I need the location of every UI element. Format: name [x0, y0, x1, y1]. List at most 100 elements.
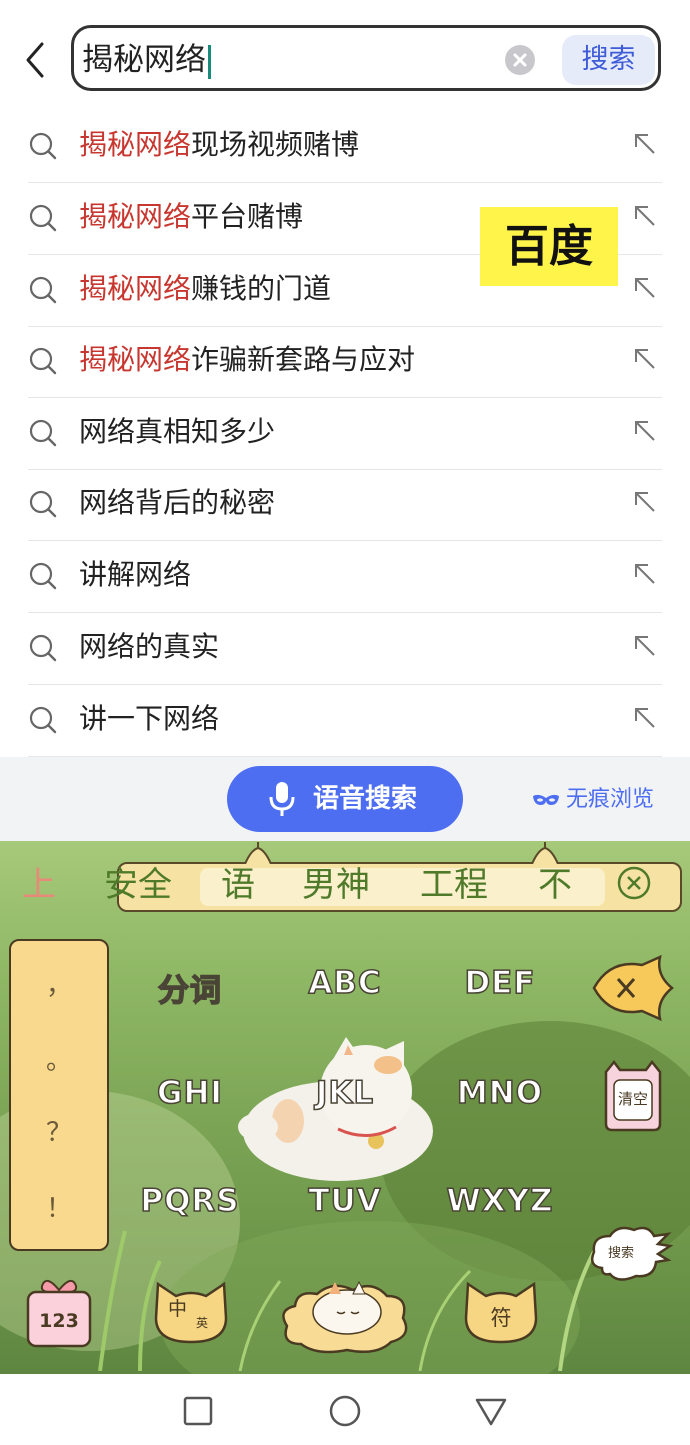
candidate-item[interactable]: 男神	[302, 862, 370, 908]
clear-key[interactable]: 清空	[600, 1058, 666, 1132]
suggestion-item[interactable]: 揭秘网络诈骗新套路与应对	[28, 326, 662, 398]
mask-icon	[533, 794, 559, 805]
search-icon	[29, 276, 57, 304]
back-triangle-icon[interactable]	[475, 1398, 507, 1426]
suggestion-item[interactable]: 讲一下网络	[28, 685, 662, 757]
fill-query-arrow-icon[interactable]	[632, 489, 658, 515]
search-input[interactable]: 揭秘网络	[82, 40, 211, 80]
fill-query-arrow-icon[interactable]	[632, 633, 658, 659]
recent-apps-icon[interactable]	[183, 1396, 213, 1426]
number-key[interactable]: 123	[24, 1276, 94, 1350]
suggestion-text: 网络的真实	[79, 626, 219, 668]
suggestion-rest: 讲解网络	[79, 558, 192, 591]
fill-query-arrow-icon[interactable]	[632, 275, 658, 301]
suggestion-item[interactable]: 网络的真实	[28, 613, 662, 685]
number-key-label: 123	[39, 1310, 79, 1332]
suggestion-text: 讲一下网络	[79, 698, 219, 740]
lang-label-top: 中	[168, 1298, 188, 1320]
search-icon	[29, 132, 57, 160]
search-icon	[29, 706, 57, 734]
suggestion-rest: 赚钱的门道	[191, 272, 332, 305]
suggestion-rest: 网络的真实	[79, 630, 220, 663]
suggestion-text: 揭秘网络诈骗新套路与应对	[79, 339, 415, 381]
key-wxyz[interactable]: WXYZ	[440, 1182, 560, 1220]
sleeping-cat-icon	[282, 1280, 408, 1354]
suggestion-rest: 讲一下网络	[79, 702, 220, 735]
suggestion-item[interactable]: 讲解网络	[28, 541, 662, 613]
fill-query-arrow-icon[interactable]	[632, 203, 658, 229]
suggestion-text: 讲解网络	[79, 554, 191, 596]
suggestion-item[interactable]: 网络真相知多少	[28, 398, 662, 470]
cat-head-icon	[154, 1281, 228, 1344]
voice-search-button[interactable]: 语音搜索	[227, 766, 463, 832]
suggestion-text: 揭秘网络赚钱的门道	[79, 268, 331, 310]
clear-input-button[interactable]	[505, 45, 535, 75]
candidate-item[interactable]: 上	[22, 862, 56, 908]
punctuation-key[interactable]: ，	[9, 965, 109, 1002]
candidate-item[interactable]: 安全	[104, 862, 172, 908]
close-candidates-icon[interactable]	[617, 866, 651, 900]
space-key[interactable]	[277, 1266, 413, 1356]
suggestion-highlight: 揭秘网络	[79, 272, 192, 305]
cat-illustration	[238, 1037, 433, 1181]
candidate-item-clipped[interactable]: 不好	[538, 862, 600, 908]
home-icon[interactable]	[329, 1395, 361, 1427]
search-cloud-key[interactable]: 搜索	[588, 1222, 674, 1284]
search-icon	[29, 634, 57, 662]
suggestion-item[interactable]: 网络背后的秘密	[28, 469, 662, 541]
suggestion-rest: 现场视频赌博	[191, 128, 360, 161]
key-def[interactable]: DEF	[450, 964, 550, 1002]
search-icon	[29, 204, 57, 232]
key-mno[interactable]: MNO	[450, 1074, 550, 1112]
back-button[interactable]	[18, 38, 54, 82]
search-cloud-label: 搜索	[608, 1246, 635, 1261]
system-nav-bar	[0, 1374, 690, 1445]
lang-label-bottom: 英	[196, 1316, 209, 1330]
suggestion-rest: 平台赌博	[191, 200, 304, 233]
candidate-bar-tab-left	[244, 842, 272, 864]
key-fenci[interactable]: 分词	[140, 965, 240, 1010]
symbol-key[interactable]: 符	[460, 1278, 542, 1344]
search-icon	[29, 562, 57, 590]
candidate-item[interactable]: 语	[221, 862, 255, 908]
lang-switch-key[interactable]: 中 英	[150, 1278, 232, 1344]
key-jkl[interactable]: JKL	[295, 1074, 395, 1112]
key-ghi[interactable]: GHI	[140, 1074, 240, 1112]
punctuation-key[interactable]: ！	[9, 1188, 109, 1225]
search-icon	[29, 419, 57, 447]
fill-query-arrow-icon[interactable]	[632, 705, 658, 731]
delete-fish-key[interactable]	[590, 955, 676, 1021]
fill-query-arrow-icon[interactable]	[632, 561, 658, 587]
punctuation-key[interactable]: 。	[9, 1040, 109, 1077]
fill-query-arrow-icon[interactable]	[632, 346, 658, 372]
candidate-item[interactable]: 工程	[420, 862, 488, 908]
clear-key-label: 清空	[617, 1090, 648, 1108]
search-icon	[29, 490, 57, 518]
microphone-icon	[269, 782, 295, 816]
text-caret	[208, 44, 211, 79]
suggestion-rest: 网络背后的秘密	[79, 486, 276, 519]
voice-search-label: 语音搜索	[313, 784, 418, 814]
suggestion-text: 揭秘网络现场视频赌博	[79, 124, 359, 166]
search-button[interactable]: 搜索	[562, 35, 655, 85]
suggestion-highlight: 揭秘网络	[79, 128, 192, 161]
fill-query-arrow-icon[interactable]	[632, 131, 658, 157]
fill-query-arrow-icon[interactable]	[632, 418, 658, 444]
key-abc[interactable]: ABC	[295, 964, 395, 1002]
key-pqrs[interactable]: PQRS	[130, 1182, 250, 1220]
chevron-left-icon	[26, 42, 44, 78]
key-tuv[interactable]: TUV	[295, 1182, 395, 1220]
incognito-label: 无痕浏览	[566, 787, 655, 812]
incognito-button[interactable]: 无痕浏览	[532, 780, 654, 820]
suggestion-rest: 诈骗新套路与应对	[191, 343, 416, 376]
suggestion-rest: 网络真相知多少	[79, 415, 276, 448]
suggestion-text: 网络真相知多少	[79, 411, 275, 453]
symbol-key-label: 符	[490, 1306, 512, 1330]
suggestion-item[interactable]: 揭秘网络现场视频赌博	[28, 111, 662, 183]
suggestion-text: 揭秘网络平台赌博	[79, 196, 303, 238]
suggestion-text: 网络背后的秘密	[79, 482, 275, 524]
close-icon	[513, 53, 527, 67]
punctuation-key[interactable]: ？	[9, 1112, 109, 1149]
candidate-bar-tab-right	[531, 842, 559, 864]
suggestion-highlight: 揭秘网络	[79, 200, 192, 233]
